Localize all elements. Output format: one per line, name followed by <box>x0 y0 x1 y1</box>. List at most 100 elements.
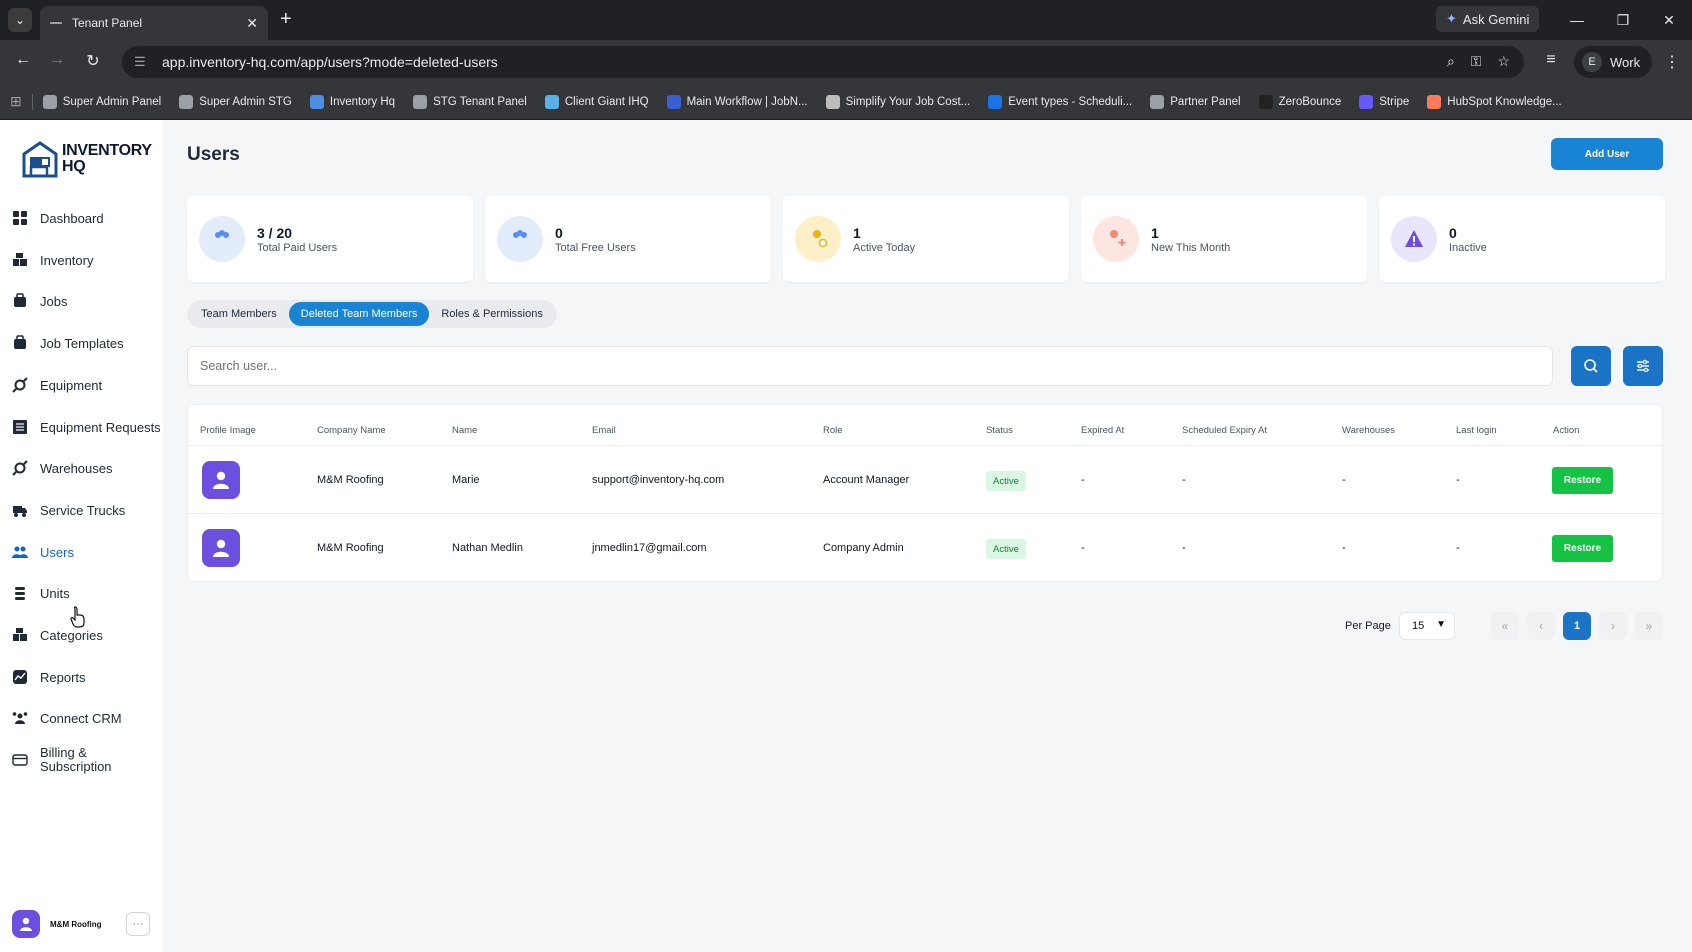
column-header[interactable]: Last login <box>1456 425 1497 436</box>
bookmark-favicon-icon <box>413 94 428 109</box>
free-users-icon <box>497 216 543 262</box>
bookmark-item[interactable]: Partner Panel <box>1150 94 1241 109</box>
bookmark-item[interactable]: Client Giant IHQ <box>544 94 649 109</box>
stat-text: 0 Inactive <box>1449 225 1487 254</box>
bookmark-star-icon[interactable]: ☆ <box>1497 53 1510 70</box>
bookmark-item[interactable]: Super Admin STG <box>179 94 292 109</box>
bookmark-favicon-icon <box>1258 94 1273 109</box>
ask-gemini-button[interactable]: ✦ Ask Gemini <box>1436 6 1540 32</box>
bookmark-item[interactable]: ZeroBounce <box>1258 94 1341 109</box>
back-icon[interactable]: ← <box>12 51 34 69</box>
browser-tab[interactable]: Tenant Panel ✕ <box>40 6 268 40</box>
sidebar-item-inventory[interactable]: Inventory <box>0 242 163 278</box>
column-header[interactable]: Company Name <box>317 425 386 436</box>
per-page-select[interactable]: 15 ▼ <box>1399 612 1455 640</box>
site-info-icon[interactable]: ☰ <box>134 54 150 70</box>
bookmark-item[interactable]: Event types - Scheduli... <box>988 94 1132 109</box>
prev-page-button[interactable]: ‹ <box>1527 612 1555 640</box>
sidebar-item-equipment-requests[interactable]: Equipment Requests <box>0 409 163 445</box>
column-header[interactable]: Action <box>1553 425 1579 436</box>
stat-text: 3 / 20 Total Paid Users <box>257 225 337 254</box>
sidebar-item-connect-crm[interactable]: Connect CRM <box>0 700 163 736</box>
bookmark-favicon-icon <box>988 94 1003 109</box>
more-options-button[interactable]: ··· <box>126 912 150 936</box>
restore-window-icon[interactable]: ❐ <box>1600 12 1646 29</box>
bookmark-item[interactable]: STG Tenant Panel <box>413 94 527 109</box>
bookmark-item[interactable]: Stripe <box>1359 94 1409 109</box>
first-page-button[interactable]: « <box>1491 612 1519 640</box>
profile-avatar: E <box>1582 52 1602 72</box>
sidebar-item-dashboard[interactable]: Dashboard <box>0 200 163 236</box>
bookmark-item[interactable]: Super Admin Panel <box>42 94 161 109</box>
zoom-icon[interactable]: ⌕ <box>1447 53 1455 70</box>
address-bar[interactable]: ☰ app.inventory-hq.com/app/users?mode=de… <box>122 46 1524 78</box>
gemini-sparkle-icon: ✦ <box>1446 11 1457 26</box>
bookmark-favicon-icon <box>309 94 324 109</box>
sidebar-item-service-trucks[interactable]: Service Trucks <box>0 492 163 528</box>
tab-search-icon[interactable]: ⌄ <box>8 8 32 32</box>
column-header[interactable]: Expired At <box>1081 425 1124 436</box>
sidebar-item-jobs[interactable]: Jobs <box>0 283 163 319</box>
stat-value: 1 <box>853 224 861 241</box>
column-header[interactable]: Status <box>986 425 1013 436</box>
reload-icon[interactable]: ↻ <box>82 51 104 71</box>
minimize-icon[interactable]: — <box>1554 12 1600 28</box>
equipment-requests-icon <box>12 419 28 435</box>
cell-company: M&M Roofing <box>317 474 384 486</box>
search-button[interactable] <box>1571 346 1611 386</box>
column-header[interactable]: Email <box>592 425 616 436</box>
column-header[interactable]: Role <box>823 425 843 436</box>
column-header[interactable]: Name <box>452 425 477 436</box>
tab-deleted-team-members[interactable]: Deleted Team Members <box>288 302 430 326</box>
window-controls: — ❐ ✕ <box>1554 0 1692 40</box>
account-switcher[interactable]: M&M Roofing <box>12 910 102 938</box>
sidebar-item-users[interactable]: Users <box>0 534 163 570</box>
next-page-button[interactable]: › <box>1599 612 1627 640</box>
sidebar-item-job-templates[interactable]: Job Templates <box>0 325 163 361</box>
apps-grid-icon[interactable]: ⊞ <box>10 93 22 110</box>
column-header[interactable]: Warehouses <box>1342 425 1395 436</box>
tab-close-icon[interactable]: ✕ <box>246 15 258 32</box>
reading-list-icon[interactable]: ≡ <box>1540 51 1562 69</box>
add-user-button[interactable]: Add User <box>1551 138 1663 170</box>
forward-icon[interactable]: → <box>46 51 68 69</box>
hand-cursor-icon <box>70 606 85 628</box>
last-page-button[interactable]: » <box>1635 612 1663 640</box>
new-tab-icon[interactable]: + <box>280 8 292 31</box>
sidebar-item-reports[interactable]: Reports <box>0 659 163 695</box>
restore-button[interactable]: Restore <box>1552 467 1613 494</box>
bookmark-item[interactable]: Main Workflow | JobN... <box>666 94 808 109</box>
stat-value: 1 <box>1151 224 1159 241</box>
bookmark-label: Main Workflow | JobN... <box>686 95 808 108</box>
bookmark-item[interactable]: Inventory Hq <box>309 94 395 109</box>
close-window-icon[interactable]: ✕ <box>1646 12 1692 29</box>
stat-card: 1 New This Month <box>1081 196 1367 282</box>
tab-roles-permissions[interactable]: Roles & Permissions <box>429 302 554 326</box>
column-header[interactable]: Profile Image <box>200 425 256 436</box>
sidebar-item-equipment[interactable]: Equipment <box>0 367 163 403</box>
users-table: Profile Image Company Name Name Email Role St… <box>187 404 1664 582</box>
restore-button[interactable]: Restore <box>1552 535 1613 562</box>
sidebar-item-warehouses[interactable]: Warehouses <box>0 450 163 486</box>
filter-button[interactable] <box>1623 346 1663 386</box>
stat-card: 1 Active Today <box>783 196 1069 282</box>
equipment-icon <box>12 377 28 393</box>
sidebar-item-label: Users <box>40 544 74 560</box>
bookmark-item[interactable]: Simplify Your Job Cost... <box>825 94 970 109</box>
page-1-button[interactable]: 1 <box>1563 612 1591 640</box>
search-input[interactable] <box>187 346 1553 386</box>
sidebar-item-label: Units <box>40 585 70 601</box>
bookmark-label: HubSpot Knowledge... <box>1447 95 1562 108</box>
bookmark-item[interactable]: HubSpot Knowledge... <box>1427 94 1562 109</box>
browser-menu-icon[interactable]: ⋮ <box>1664 52 1680 72</box>
stat-card: 0 Total Free Users <box>485 196 771 282</box>
sidebar-item-billing-subscription[interactable]: Billing & Subscription <box>0 742 163 778</box>
brand-logo[interactable]: INVENTORY HQ <box>22 140 152 178</box>
password-key-icon[interactable]: ⚿ <box>1471 53 1482 70</box>
column-header[interactable]: Scheduled Expiry At <box>1182 425 1267 436</box>
profile-button[interactable]: E Work <box>1574 46 1653 78</box>
stat-text: 1 Active Today <box>853 225 915 254</box>
tab-team-members[interactable]: Team Members <box>189 302 289 326</box>
sidebar-item-label: Reports <box>40 669 86 685</box>
job-templates-icon <box>12 335 28 351</box>
